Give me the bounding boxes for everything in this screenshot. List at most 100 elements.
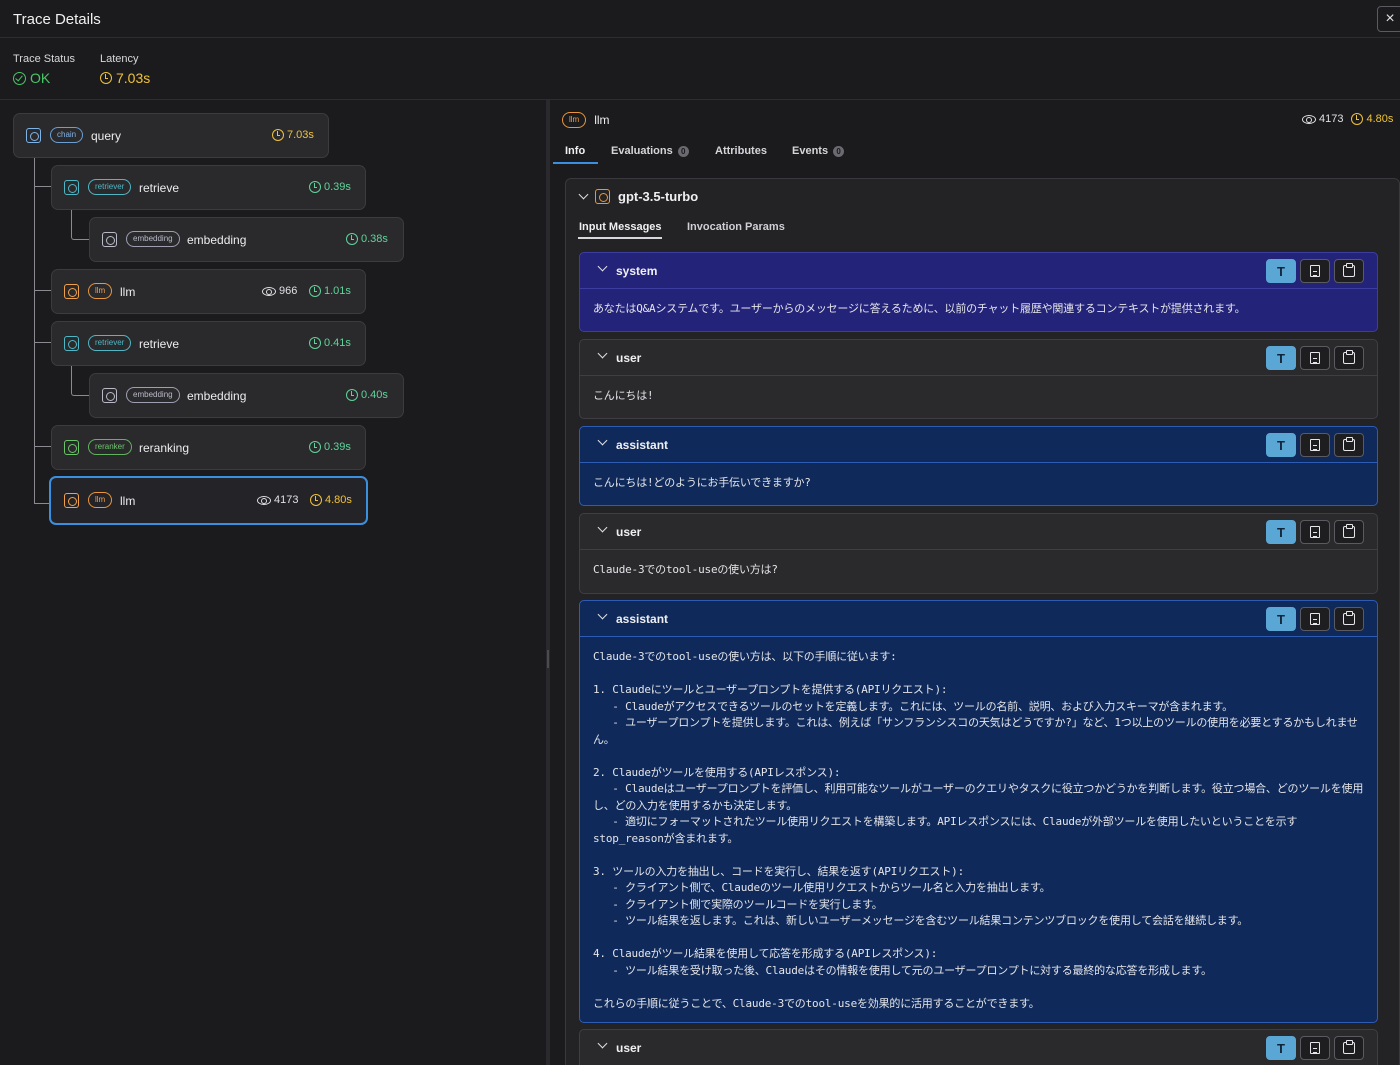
- clock-icon: [309, 285, 321, 297]
- tree-node-llm-selected[interactable]: llm llm 4173 4.80s: [49, 476, 368, 525]
- span-name: llm: [120, 285, 136, 299]
- message-role: user: [616, 351, 642, 365]
- text-view-button[interactable]: T: [1266, 520, 1296, 544]
- message-header[interactable]: assistant T: [580, 601, 1377, 637]
- markdown-view-button[interactable]: [1300, 607, 1330, 631]
- chevron-down-icon: [597, 348, 608, 359]
- clock-icon: [309, 441, 321, 453]
- document-icon: [1310, 352, 1320, 364]
- message-user: user T Claude-3でのtool-useの使い方は?: [579, 513, 1378, 594]
- message-header[interactable]: system T: [580, 253, 1377, 289]
- clock-icon: [1351, 113, 1364, 125]
- database-icon: [64, 336, 79, 351]
- tab-input-messages[interactable]: Input Messages: [579, 221, 662, 233]
- clipboard-icon: [1343, 1040, 1355, 1054]
- clock-icon: [310, 494, 322, 506]
- span-name: retrieve: [139, 181, 180, 195]
- text-view-button[interactable]: T: [1266, 1036, 1296, 1060]
- chevron-down-icon: [597, 435, 608, 446]
- close-button[interactable]: ×: [1377, 6, 1400, 32]
- markdown-view-button[interactable]: [1300, 1036, 1330, 1060]
- message-header[interactable]: user T: [580, 340, 1377, 376]
- clipboard-icon: [1343, 350, 1355, 364]
- text-view-button[interactable]: T: [1266, 259, 1296, 283]
- span-kind-tag: reranker: [88, 439, 132, 455]
- document-icon: [1310, 439, 1320, 451]
- span-tokens: 966: [279, 285, 298, 297]
- model-name: gpt-3.5-turbo: [618, 189, 699, 204]
- span-name: reranking: [139, 441, 190, 455]
- chain-icon: [26, 128, 41, 143]
- copy-button[interactable]: [1334, 520, 1364, 544]
- tree-node-llm[interactable]: llm llm 966 1.01s: [51, 269, 366, 314]
- tab-info[interactable]: Info: [565, 145, 585, 157]
- message-role: user: [616, 1041, 642, 1055]
- tree-node-retrieve[interactable]: retriever retrieve 0.39s: [51, 165, 366, 210]
- markdown-view-button[interactable]: [1300, 433, 1330, 457]
- text-view-button[interactable]: T: [1266, 433, 1296, 457]
- copy-button[interactable]: [1334, 1036, 1364, 1060]
- trace-status: Trace Status OK: [13, 53, 75, 86]
- tab-evaluations[interactable]: Evaluations 0: [611, 145, 689, 157]
- copy-button[interactable]: [1334, 433, 1364, 457]
- tree-node-embedding[interactable]: embedding embedding 0.38s: [89, 217, 404, 262]
- clock-icon: [346, 389, 358, 401]
- text-view-button[interactable]: T: [1266, 607, 1296, 631]
- tree-node-reranking[interactable]: reranker reranking 0.39s: [51, 425, 366, 470]
- markdown-view-button[interactable]: [1300, 346, 1330, 370]
- span-latency: 0.39s: [324, 181, 351, 193]
- llm-icon: [595, 189, 610, 204]
- span-kind-tag: chain: [50, 127, 84, 143]
- count-badge: 0: [833, 145, 845, 157]
- clock-icon: [309, 337, 321, 349]
- span-latency: 0.39s: [324, 441, 351, 453]
- span-name: llm: [120, 494, 136, 508]
- message-header[interactable]: user T: [580, 1030, 1377, 1065]
- tree-node-retrieve[interactable]: retriever retrieve 0.41s: [51, 321, 366, 366]
- trace-status-bar: Trace Status OK Latency 7.03s: [0, 38, 1400, 100]
- markdown-view-button[interactable]: [1300, 520, 1330, 544]
- text-view-button[interactable]: T: [1266, 346, 1296, 370]
- copy-button[interactable]: [1334, 346, 1364, 370]
- tab-invocation-params[interactable]: Invocation Params: [687, 221, 785, 233]
- count-badge: 0: [677, 145, 689, 157]
- trace-latency: Latency 7.03s: [100, 53, 150, 86]
- trace-status-value: OK: [30, 70, 51, 86]
- token-icon: [257, 495, 271, 505]
- message-header[interactable]: assistant T: [580, 427, 1377, 463]
- page-title: Trace Details: [13, 11, 101, 28]
- tree-node-query[interactable]: chain query 7.03s: [13, 113, 329, 158]
- copy-button[interactable]: [1334, 607, 1364, 631]
- tree-node-embedding[interactable]: embedding embedding 0.40s: [89, 373, 404, 418]
- header: Trace Details ×: [0, 0, 1400, 38]
- markdown-view-button[interactable]: [1300, 259, 1330, 283]
- span-detail-panel: llm llm 4173 4.80s Info Evaluations 0 Att…: [550, 100, 1400, 1065]
- model-header[interactable]: gpt-3.5-turbo: [578, 189, 699, 204]
- copy-button[interactable]: [1334, 259, 1364, 283]
- span-latency: 4.80s: [325, 494, 352, 506]
- document-icon: [1310, 265, 1320, 277]
- span-name: query: [91, 129, 122, 143]
- span-tabs: Info Evaluations 0 Attributes Events 0: [550, 138, 1400, 164]
- span-metrics: 4173 4.80s: [1302, 113, 1393, 125]
- document-icon: [1310, 1042, 1320, 1054]
- database-icon: [64, 180, 79, 195]
- message-content: Claude-3でのtool-useの使い方は?: [593, 563, 778, 576]
- message-content: こんにちは!どのようにお手伝いできますか?: [593, 476, 811, 489]
- document-icon: [1310, 613, 1320, 625]
- embedding-icon: [102, 232, 117, 247]
- span-latency: 0.38s: [361, 233, 388, 245]
- clipboard-icon: [1343, 437, 1355, 451]
- message-user: user T こんにちは!: [579, 339, 1378, 419]
- span-name: embedding: [187, 389, 247, 403]
- clipboard-icon: [1343, 524, 1355, 538]
- message-assistant: assistant T Claude-3でのtool-useの使い方は、以下の手…: [579, 600, 1378, 1023]
- tab-events[interactable]: Events 0: [792, 145, 845, 157]
- message-header[interactable]: user T: [580, 514, 1377, 550]
- chevron-down-icon: [597, 522, 608, 533]
- clipboard-icon: [1343, 611, 1355, 625]
- span-name: retrieve: [139, 337, 180, 351]
- tab-attributes[interactable]: Attributes: [715, 145, 767, 157]
- message-role: assistant: [616, 438, 669, 452]
- check-circle-icon: [13, 71, 26, 85]
